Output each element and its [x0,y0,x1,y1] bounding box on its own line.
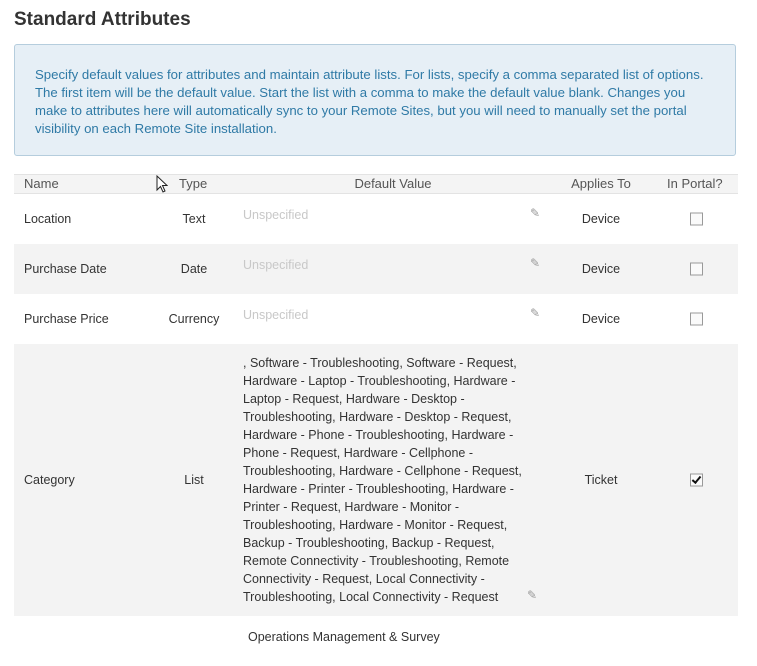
default-value-field[interactable]: Unspecified [243,256,533,274]
header-type[interactable]: Type [179,176,207,191]
pencil-icon[interactable]: ✎ [530,206,540,220]
header-name[interactable]: Name [24,176,59,191]
applies-to: Device [581,312,621,326]
header-in-portal[interactable]: In Portal? [667,176,723,191]
table-row: Purchase Price Currency Unspecified ✎ De… [14,294,738,344]
table-row: Purchase Date Date Unspecified ✎ Device [14,244,738,294]
attribute-name: Purchase Price [24,312,109,326]
info-box: Specify default values for attributes an… [14,44,736,156]
header-default-value[interactable]: Default Value [243,176,543,191]
default-value-field[interactable]: Unspecified [243,206,533,224]
table-header: Name Type Default Value Applies To In Po… [14,174,738,194]
table-row: Operations Management & Survey [14,616,738,666]
applies-to: Device [581,212,621,226]
pencil-icon[interactable]: ✎ [530,306,540,320]
attribute-type: Text [182,212,206,226]
default-value-field[interactable]: , Software - Troubleshooting, Software -… [243,354,528,606]
page-title: Standard Attributes [14,9,191,30]
attribute-name: Location [24,212,72,226]
table-row: Category List , Software - Troubleshooti… [14,344,738,616]
in-portal-checkbox[interactable] [690,312,706,326]
applies-to: Device [581,262,621,276]
attributes-table: Name Type Default Value Applies To In Po… [14,174,738,666]
attribute-type: Currency [168,312,220,326]
pencil-icon[interactable]: ✎ [530,256,540,270]
header-applies-to[interactable]: Applies To [561,176,641,191]
in-portal-checkbox[interactable] [690,473,706,487]
attribute-name: Category [24,473,75,487]
attribute-type: Date [180,262,208,276]
applies-to: Ticket [584,473,618,487]
default-value-field[interactable]: Operations Management & Survey [248,628,538,646]
attribute-type: List [184,473,204,487]
attribute-name: Purchase Date [24,262,107,276]
in-portal-checkbox[interactable] [690,262,706,276]
in-portal-checkbox[interactable] [690,212,706,226]
default-value-field[interactable]: Unspecified [243,306,533,324]
table-row: Location Text Unspecified ✎ Device [14,194,738,244]
pencil-icon[interactable]: ✎ [527,588,537,602]
